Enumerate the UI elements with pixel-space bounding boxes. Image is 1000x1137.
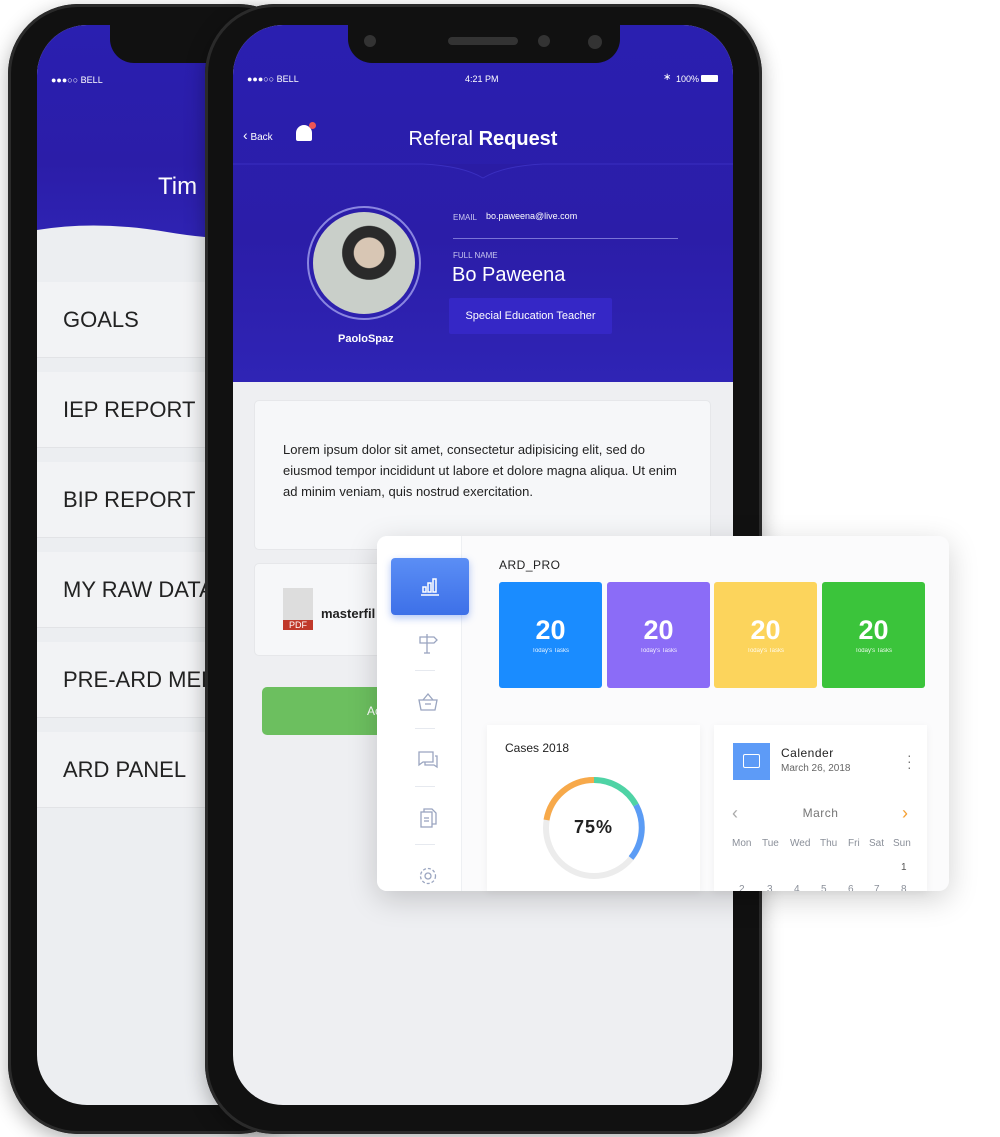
camera-icon	[364, 35, 376, 47]
calendar-day[interactable]: 4	[794, 884, 800, 891]
tile-value: 20	[858, 615, 889, 645]
username: PaoloSpaz	[338, 333, 394, 345]
battery-text: 100%	[676, 74, 700, 84]
tile-value: 20	[535, 615, 566, 645]
carrier-status: ●●●○○ BELL	[247, 74, 299, 84]
calendar-day[interactable]: 5	[821, 884, 827, 891]
weekday-sun: Sun	[893, 838, 911, 849]
calendar-day[interactable]: 1	[901, 862, 907, 873]
basket-icon[interactable]	[417, 691, 439, 713]
tile-tasks-purple[interactable]: 20 Today's Tasks	[607, 582, 710, 688]
left-title: Tim	[158, 173, 198, 200]
cases-percent: 75%	[573, 817, 614, 837]
attachment-filename: masterfil	[321, 606, 376, 621]
speaker-icon	[448, 37, 518, 45]
tile-value: 20	[750, 615, 781, 645]
sidebar-divider	[415, 786, 435, 787]
gear-icon[interactable]	[417, 865, 439, 887]
sidebar-stats-button[interactable]	[391, 558, 469, 615]
clock: 4:21 PM	[465, 74, 499, 84]
calendar-day[interactable]: 2	[739, 884, 745, 891]
more-options-icon[interactable]: · · ·	[907, 748, 912, 774]
calendar-icon	[733, 743, 770, 780]
sidebar-divider	[415, 844, 435, 845]
title-light: Referal	[408, 128, 473, 150]
calendar-title: Calender	[781, 746, 834, 760]
sensor-icon	[538, 35, 550, 47]
tile-label: Today's Tasks	[531, 648, 570, 654]
weekday-fri: Fri	[848, 838, 860, 849]
tile-tasks-yellow[interactable]: 20 Today's Tasks	[714, 582, 817, 688]
calendar-day[interactable]: 3	[767, 884, 773, 891]
weekday-tue: Tue	[762, 838, 779, 849]
dashboard-title: ARD_PRO	[499, 558, 561, 572]
tile-tasks-green[interactable]: 20 Today's Tasks	[822, 582, 925, 688]
tile-label: Today's Tasks	[639, 648, 678, 654]
carrier-status: ●●●○○ BELL	[51, 75, 103, 85]
full-name: Bo Paweena	[452, 264, 566, 286]
header-wave	[233, 163, 733, 179]
sidebar-divider	[415, 670, 435, 671]
calendar-day[interactable]: 6	[848, 884, 854, 891]
chat-icon[interactable]	[417, 749, 439, 771]
bluetooth-icon: ∗	[663, 72, 672, 83]
avatar	[307, 206, 421, 320]
cases-card: Cases 2018 75%	[487, 725, 700, 891]
main-notch	[348, 25, 620, 63]
calendar-card: Calender March 26, 2018 · · · ‹ March ›	[714, 725, 927, 891]
weekday-wed: Wed	[790, 838, 811, 849]
tile-label: Today's Tasks	[854, 648, 893, 654]
signpost-icon[interactable]	[417, 633, 439, 655]
calendar-day[interactable]: 7	[874, 884, 880, 891]
title-bold: Request	[478, 128, 558, 150]
sidebar-divider	[415, 728, 435, 729]
calendar-date: March 26, 2018	[781, 763, 851, 774]
document-icon[interactable]	[417, 807, 439, 829]
battery-icon	[701, 75, 718, 82]
donut-segment-orange	[543, 776, 595, 821]
description-text: Lorem ipsum dolor sit amet, consectetur …	[283, 442, 677, 499]
next-month-icon[interactable]: ›	[902, 803, 908, 824]
role-badge[interactable]: Special Education Teacher	[449, 298, 612, 334]
pdf-icon-label: PDF	[283, 620, 313, 630]
calendar-month: March	[802, 806, 839, 820]
calendar-row-2: 2 3 4 5 6 7 8	[714, 882, 927, 891]
weekday-sat: Sat	[869, 838, 885, 849]
page-title: Referal Request	[233, 128, 733, 151]
tile-label: Today's Tasks	[746, 648, 785, 654]
sensor-icon	[588, 35, 602, 49]
weekday-thu: Thu	[820, 838, 838, 849]
weekday-mon: Mon	[732, 838, 752, 849]
divider	[453, 238, 678, 239]
cases-title: Cases 2018	[505, 741, 570, 755]
description-card: Lorem ipsum dolor sit amet, consectetur …	[254, 400, 711, 550]
email-value: bo.paweena@live.com	[486, 211, 578, 221]
donut-segment-green	[593, 777, 639, 807]
bar-chart-icon	[421, 578, 439, 596]
full-name-label: FULL NAME	[453, 251, 498, 260]
pdf-icon: PDF	[283, 588, 313, 630]
tile-value: 20	[643, 615, 674, 645]
email-label: EMAIL	[453, 213, 478, 222]
calendar-day[interactable]: 8	[901, 884, 907, 891]
tile-tasks-blue[interactable]: 20 Today's Tasks	[499, 582, 602, 688]
